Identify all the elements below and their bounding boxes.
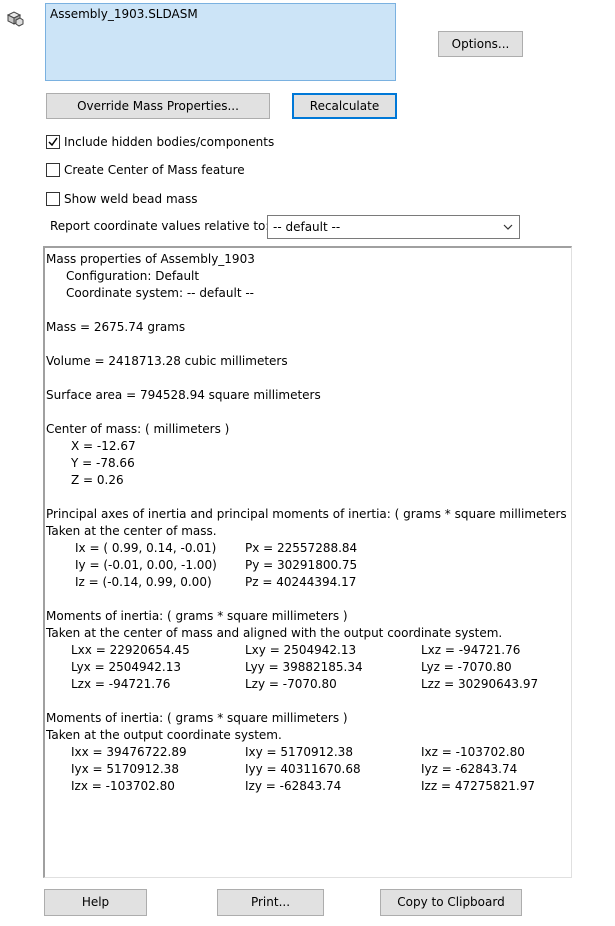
moment-ixy: Ixy = 5170912.38 xyxy=(245,745,353,759)
selection-list[interactable]: Assembly_1903.SLDASM xyxy=(45,3,396,81)
moment-ixx: Ixx = 39476722.89 xyxy=(71,745,187,759)
moment-izz: Izz = 47275821.97 xyxy=(421,779,535,793)
volume-value: Volume = 2418713.28 cubic millimeters xyxy=(46,354,288,368)
principal-moment-px: Px = 22557288.84 xyxy=(245,541,358,555)
results-title: Mass properties of Assembly_1903 xyxy=(46,252,255,266)
principal-axis-ix: Ix = ( 0.99, 0.14, -0.01) xyxy=(75,541,217,555)
recalculate-button[interactable]: Recalculate xyxy=(292,93,397,119)
show-weld-bead-checkbox[interactable] xyxy=(46,192,60,206)
moment-lyy: Lyy = 39882185.34 xyxy=(245,660,363,674)
moment-lxx: Lxx = 22920654.45 xyxy=(71,643,190,657)
moment-ixz: Ixz = -103702.80 xyxy=(421,745,525,759)
surface-area-value: Surface area = 794528.94 square millimet… xyxy=(46,388,321,402)
checkmark-icon xyxy=(48,137,58,147)
moment-lzx: Lzx = -94721.76 xyxy=(71,677,171,691)
moment-iyy: Iyy = 40311670.68 xyxy=(245,762,361,776)
override-mass-properties-button[interactable]: Override Mass Properties... xyxy=(46,93,270,119)
create-com-feature-checkbox[interactable] xyxy=(46,163,60,177)
principal-axis-iz: Iz = (-0.14, 0.99, 0.00) xyxy=(75,575,212,589)
moment-lxy: Lxy = 2504942.13 xyxy=(245,643,357,657)
results-panel[interactable]: Mass properties of Assembly_1903 Configu… xyxy=(43,246,572,878)
options-button[interactable]: Options... xyxy=(438,31,523,57)
copy-to-clipboard-button[interactable]: Copy to Clipboard xyxy=(380,889,522,916)
com-x: X = -12.67 xyxy=(71,439,136,453)
moment-lzy: Lzy = -7070.80 xyxy=(245,677,337,691)
configuration-line: Configuration: Default xyxy=(66,269,200,283)
moment-lyx: Lyx = 2504942.13 xyxy=(71,660,181,674)
principal-moment-pz: Pz = 40244394.17 xyxy=(245,575,357,589)
com-z: Z = 0.26 xyxy=(71,473,124,487)
moment-iyz: Iyz = -62843.74 xyxy=(421,762,518,776)
moment-lyz: Lyz = -7070.80 xyxy=(421,660,512,674)
print-button[interactable]: Print... xyxy=(217,889,324,916)
moment-iyx: Iyx = 5170912.38 xyxy=(71,762,179,776)
principal-moment-py: Py = 30291800.75 xyxy=(245,558,358,572)
principal-axes-title: Principal axes of inertia and principal … xyxy=(46,507,572,521)
coordinate-system-select[interactable]: -- default -- xyxy=(267,215,520,239)
chevron-down-icon xyxy=(503,224,513,230)
coordinate-system-line: Coordinate system: -- default -- xyxy=(66,286,255,300)
center-of-mass-title: Center of mass: ( millimeters ) xyxy=(46,422,230,436)
moments-com-title: Moments of inertia: ( grams * square mil… xyxy=(46,609,348,623)
com-y: Y = -78.66 xyxy=(71,456,135,470)
moment-lzz: Lzz = 30290643.97 xyxy=(421,677,539,691)
coordinate-system-value: -- default -- xyxy=(273,220,341,234)
moment-izy: Izy = -62843.74 xyxy=(245,779,342,793)
moments-output-subtitle: Taken at the output coordinate system. xyxy=(46,728,282,742)
principal-axes-subtitle: Taken at the center of mass. xyxy=(46,524,217,538)
mass-value: Mass = 2675.74 grams xyxy=(46,320,186,334)
report-coordinate-label: Report coordinate values relative to: xyxy=(50,219,270,233)
moments-output-title: Moments of inertia: ( grams * square mil… xyxy=(46,711,348,725)
principal-axis-iy: Iy = (-0.01, 0.00, -1.00) xyxy=(75,558,217,572)
moment-izx: Izx = -103702.80 xyxy=(71,779,175,793)
help-button[interactable]: Help xyxy=(44,889,147,916)
moments-com-subtitle: Taken at the center of mass and aligned … xyxy=(46,626,503,640)
show-weld-bead-label: Show weld bead mass xyxy=(64,192,198,206)
selection-item[interactable]: Assembly_1903.SLDASM xyxy=(50,7,391,21)
assembly-icon xyxy=(5,9,25,29)
include-hidden-label: Include hidden bodies/components xyxy=(64,135,275,149)
moment-lxz: Lxz = -94721.76 xyxy=(421,643,521,657)
create-com-feature-label: Create Center of Mass feature xyxy=(64,163,245,177)
include-hidden-checkbox[interactable] xyxy=(46,135,60,149)
